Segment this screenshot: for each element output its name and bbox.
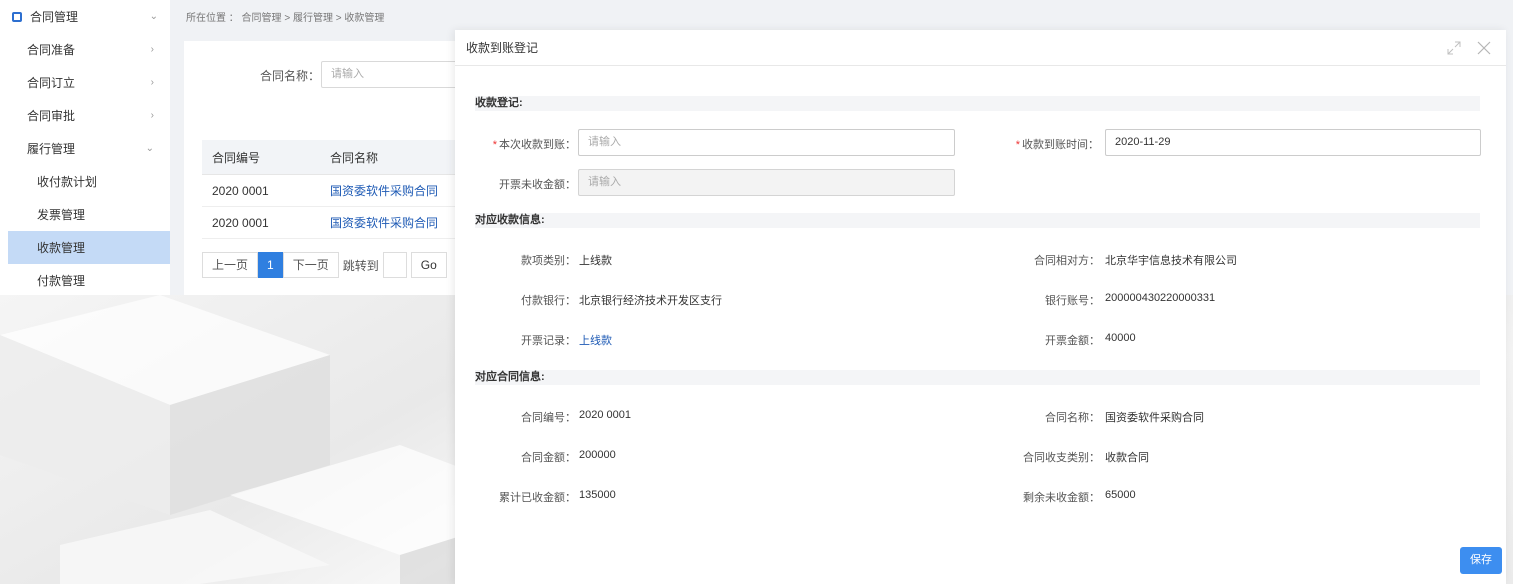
sidebar-item-label: 合同准备 <box>27 43 76 57</box>
sidebar-subitem-label: 收付款计划 <box>37 175 98 189</box>
invoice-amount-label: 开票金额： <box>1045 335 1100 347</box>
contract-name-label: 合同名称： <box>1045 412 1100 424</box>
sidebar-item-contract-sign[interactable]: 合同订立 › <box>0 66 170 99</box>
sidebar-header[interactable]: 合同管理 ⌄ <box>0 0 170 33</box>
sidebar-subitem-payment[interactable]: 付款管理 <box>0 264 170 297</box>
drawer-title: 收款到账登记 <box>466 41 539 55</box>
required-mark: * <box>1015 139 1020 151</box>
table-header: 合同编号 合同名称 <box>202 140 459 175</box>
uninvoiced-amount-input: 请输入 <box>578 169 955 196</box>
sidebar-subitem-payment-plan[interactable]: 收付款计划 <box>0 165 170 198</box>
contract-no-cell: 2020 0001 <box>212 215 269 230</box>
expand-icon[interactable] <box>1446 40 1462 56</box>
sidebar-item-contract-prep[interactable]: 合同准备 › <box>0 33 170 66</box>
filter-label: 合同名称： <box>260 69 321 83</box>
section-header-receivable: 对应收款信息: <box>475 213 1480 228</box>
received-total-label: 累计已收金额： <box>499 492 576 504</box>
type-value: 上线款 <box>579 255 612 267</box>
chevron-right-icon: › <box>150 110 154 121</box>
sidebar-item-label: 履行管理 <box>27 142 76 156</box>
required-mark: * <box>492 139 497 151</box>
sidebar-subitem-label: 付款管理 <box>37 274 86 288</box>
drawer-header: 收款到账登记 <box>455 30 1506 66</box>
sidebar-item-performance[interactable]: 履行管理 ⌄ <box>0 132 170 165</box>
remaining-value: 65000 <box>1105 489 1136 501</box>
invoice-amount-value: 40000 <box>1105 332 1136 344</box>
contract-name-input[interactable]: 请输入 <box>321 61 461 88</box>
counterparty-value: 北京华宇信息技术有限公司 <box>1105 255 1237 267</box>
receipt-time-input[interactable]: 2020-11-29 <box>1105 129 1481 156</box>
invoice-record-link[interactable]: 上线款 <box>579 332 612 348</box>
pagination: 上一页 1 下一页 跳转到 Go <box>202 252 447 278</box>
amount-label: * 本次收款到账： <box>475 136 576 152</box>
amount-label-text: 本次收款到账： <box>499 139 576 151</box>
bank-label: 付款银行： <box>521 295 576 307</box>
contract-name-link[interactable]: 国资委软件采购合同 <box>330 214 459 231</box>
receipt-amount-input[interactable]: 请输入 <box>578 129 955 156</box>
bank-value: 北京银行经济技术开发区支行 <box>579 295 722 307</box>
chevron-right-icon: › <box>150 77 154 88</box>
column-header: 合同名称 <box>330 150 379 165</box>
time-label-text: 收款到账时间： <box>1022 139 1099 151</box>
chevron-down-icon: ⌄ <box>145 143 154 154</box>
column-header: 合同编号 <box>212 150 261 165</box>
account-value: 200000430220000331 <box>1105 292 1216 304</box>
section-header-registration: 收款登记: <box>475 96 1480 111</box>
account-label: 银行账号： <box>1045 295 1100 307</box>
contract-no-value: 2020 0001 <box>579 409 631 421</box>
sidebar-item-contract-approve[interactable]: 合同审批 › <box>0 99 170 132</box>
breadcrumb: 所在位置 ： 合同管理 > 履行管理 > 收款管理 <box>186 13 385 24</box>
uninvoiced-label: 开票未收金额： <box>499 179 576 191</box>
table-row[interactable]: 2020 0001 国资委软件采购合同 <box>202 207 459 239</box>
contract-amount-label: 合同金额： <box>521 452 576 464</box>
contract-name-value: 国资委软件采购合同 <box>1105 412 1204 424</box>
sidebar-header-label: 合同管理 <box>30 10 79 24</box>
contract-icon <box>12 11 22 22</box>
sidebar-subitem-receipt[interactable]: 收款管理 <box>8 231 170 264</box>
sidebar-item-label: 合同审批 <box>27 109 76 123</box>
time-label: * 收款到账时间： <box>995 136 1099 152</box>
chevron-right-icon: › <box>150 44 154 55</box>
sidebar: 合同管理 ⌄ 合同准备 › 合同订立 › 合同审批 › 履行管理 ⌄ 收付款计划… <box>0 0 170 295</box>
save-button[interactable]: 保存 <box>1460 547 1502 574</box>
chevron-down-icon: ⌄ <box>149 11 158 22</box>
list-panel: 合同名称： 请输入 合同编号 合同名称 2020 0001 国资委软件采购合同 … <box>184 41 461 295</box>
sidebar-subitem-invoice[interactable]: 发票管理 <box>0 198 170 231</box>
section-header-contract: 对应合同信息: <box>475 370 1480 385</box>
contract-no-cell: 2020 0001 <box>212 183 269 198</box>
receipt-registration-drawer: 收款到账登记 收款登记: * 本次收款到账： 请输入 * 收款到账时间： 2020-… <box>455 30 1506 584</box>
contract-table: 合同编号 合同名称 2020 0001 国资委软件采购合同 2020 0001 … <box>202 140 459 239</box>
next-page-button[interactable]: 下一页 <box>282 252 339 278</box>
contract-no-label: 合同编号： <box>521 412 576 424</box>
contract-type-value: 收款合同 <box>1105 452 1149 464</box>
sidebar-subitem-label: 发票管理 <box>37 208 86 222</box>
close-icon[interactable] <box>1476 40 1492 56</box>
invoice-record-label: 开票记录： <box>521 335 576 347</box>
remaining-label: 剩余未收金额： <box>1023 492 1100 504</box>
jump-label: 跳转到 <box>342 258 379 273</box>
table-row[interactable]: 2020 0001 国资委软件采购合同 <box>202 175 459 207</box>
go-button[interactable]: Go <box>410 252 447 278</box>
type-label: 款项类别： <box>521 255 576 267</box>
contract-name-link[interactable]: 国资委软件采购合同 <box>330 182 459 199</box>
counterparty-label: 合同相对方： <box>1034 255 1100 267</box>
sidebar-subitem-label: 收款管理 <box>37 241 86 255</box>
current-page-button[interactable]: 1 <box>258 252 283 278</box>
sidebar-item-label: 合同订立 <box>27 76 76 90</box>
received-total-value: 135000 <box>579 489 616 501</box>
prev-page-button[interactable]: 上一页 <box>202 252 259 278</box>
contract-amount-value: 200000 <box>579 449 616 461</box>
contract-type-label: 合同收支类别： <box>1023 452 1100 464</box>
jump-page-input[interactable] <box>382 252 407 278</box>
